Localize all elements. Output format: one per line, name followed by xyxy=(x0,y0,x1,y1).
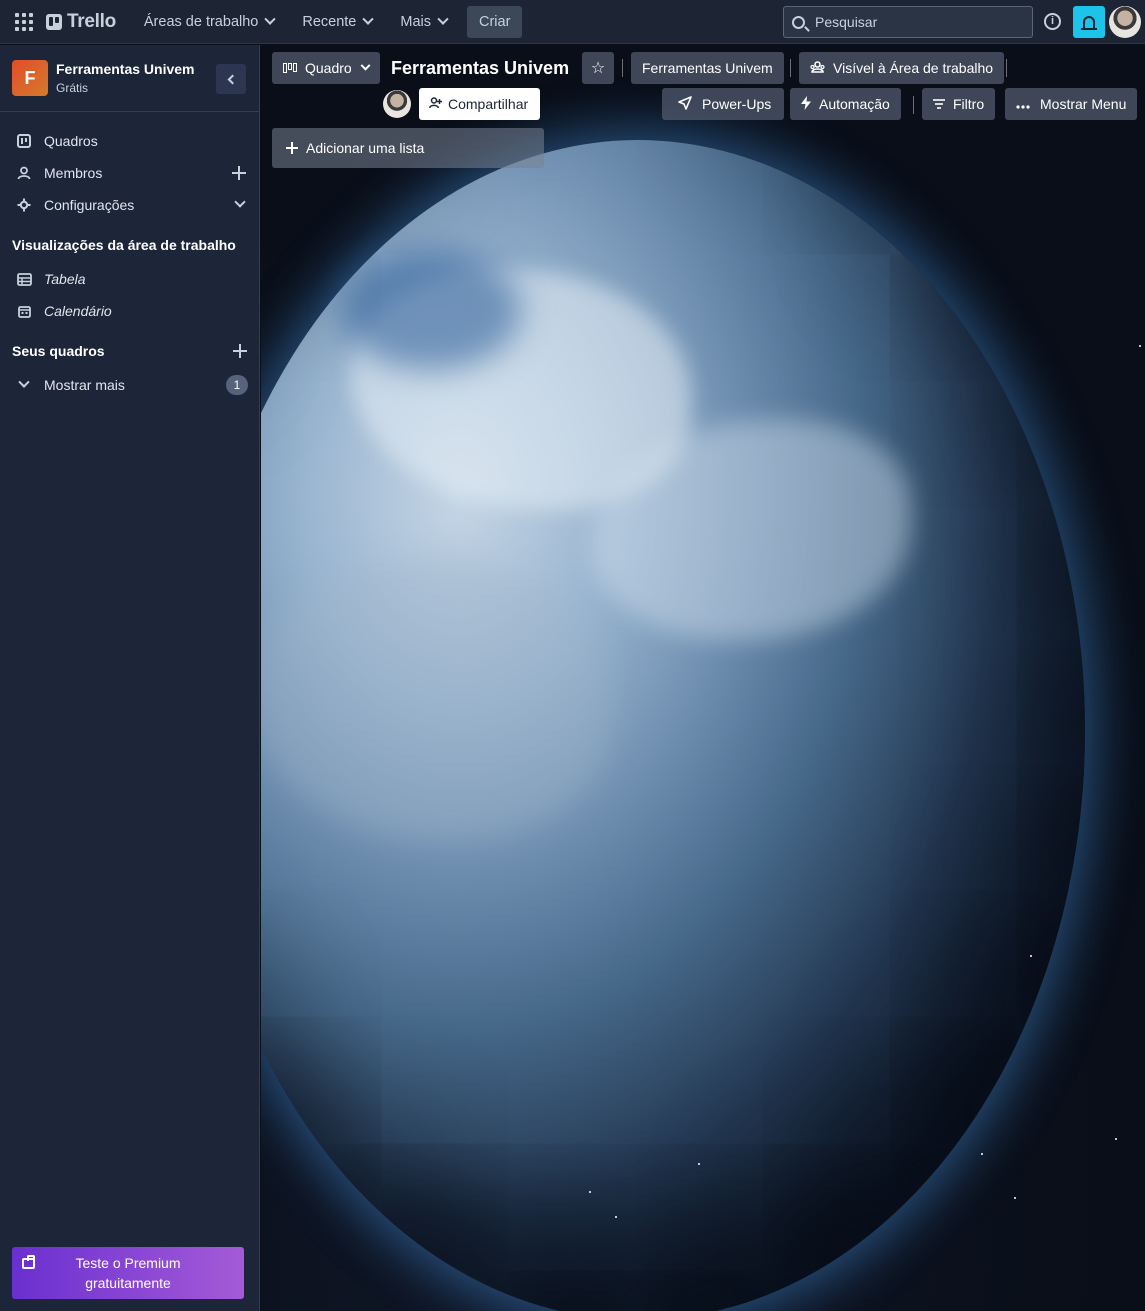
sidebar-item-label: Membros xyxy=(44,165,103,181)
try-premium-button[interactable]: Teste o Premium gratuitamente xyxy=(12,1247,244,1299)
filter-icon xyxy=(933,96,945,112)
filter-label: Filtro xyxy=(953,96,985,112)
chevron-down-icon xyxy=(234,196,246,208)
show-more-label: Mostrar mais xyxy=(44,377,125,393)
automation-label: Automação xyxy=(819,96,890,112)
chevron-down-icon xyxy=(437,13,449,25)
earth-background-image xyxy=(261,140,1085,1311)
share-button[interactable]: Compartilhar xyxy=(419,88,541,120)
recent-menu-label: Recente xyxy=(302,13,357,30)
visibility-label: Visível à Área de trabalho xyxy=(833,60,994,76)
search-placeholder: Pesquisar xyxy=(815,14,878,30)
workspaces-menu-label: Áreas de trabalho xyxy=(143,13,259,30)
table-icon xyxy=(16,271,32,287)
premium-line-1: Teste o Premium xyxy=(75,1255,181,1271)
add-list-button[interactable]: Adicionar uma lista xyxy=(272,128,544,168)
calendar-icon xyxy=(16,303,32,319)
star-icon: ☆ xyxy=(590,60,606,77)
show-more-boards[interactable]: Mostrar mais 1 xyxy=(0,369,260,401)
divider xyxy=(913,96,914,114)
sidebar-item-calendar[interactable]: Calendário xyxy=(0,295,260,327)
plus-icon xyxy=(286,142,298,154)
workspace-visibility-icon xyxy=(810,60,825,76)
sidebar-item-settings[interactable]: Configurações xyxy=(0,189,260,221)
sidebar-item-label: Tabela xyxy=(44,271,86,287)
person-icon xyxy=(16,165,32,181)
your-boards-title: Seus quadros xyxy=(12,343,105,359)
add-member-icon[interactable] xyxy=(232,166,246,180)
notifications-button[interactable] xyxy=(1073,6,1105,38)
sidebar-item-label: Configurações xyxy=(44,197,135,213)
board-view-switcher[interactable]: Quadro xyxy=(272,52,380,84)
workspace-plan: Grátis xyxy=(56,81,89,95)
power-ups-button[interactable]: Power-Ups xyxy=(662,88,785,120)
board-view-icon xyxy=(283,60,297,76)
divider xyxy=(622,59,623,77)
trello-logo-icon xyxy=(46,13,62,30)
workspace-logo: F xyxy=(12,60,48,96)
bell-icon xyxy=(1081,16,1097,30)
trello-logo[interactable]: Trello xyxy=(46,11,116,33)
premium-line-2: gratuitamente xyxy=(85,1275,171,1291)
divider xyxy=(790,59,791,77)
sidebar-item-table[interactable]: Tabela xyxy=(0,263,260,295)
sidebar-item-label: Quadros xyxy=(44,133,98,149)
workspace-button[interactable]: Ferramentas Univem xyxy=(631,52,784,84)
more-menu-label: Mais xyxy=(400,13,431,30)
chevron-down-icon xyxy=(264,13,277,25)
workspaces-menu[interactable]: Áreas de trabalho xyxy=(134,6,284,38)
chevron-down-icon xyxy=(360,60,371,71)
board-title[interactable]: Ferramentas Univem xyxy=(391,58,569,79)
create-button[interactable]: Criar xyxy=(467,5,523,38)
board-view-label: Quadro xyxy=(305,60,352,76)
workspace-views-title: Visualizações da área de trabalho xyxy=(12,237,236,253)
search-input[interactable]: Pesquisar xyxy=(783,6,1033,38)
recent-menu[interactable]: Recente xyxy=(292,6,382,38)
workspace-name: Ferramentas Univem xyxy=(56,61,195,77)
star-board-button[interactable]: ☆ xyxy=(582,52,614,84)
divider xyxy=(1006,59,1007,77)
visibility-button[interactable]: Visível à Área de trabalho xyxy=(799,52,1005,84)
workspace-sidebar: F Ferramentas Univem Grátis Quadros Memb… xyxy=(0,45,260,1311)
account-avatar[interactable] xyxy=(1109,6,1141,38)
add-person-icon xyxy=(429,96,442,112)
automation-button[interactable]: Automação xyxy=(790,88,901,120)
sidebar-item-members[interactable]: Membros xyxy=(0,157,260,189)
app-switcher-icon[interactable] xyxy=(12,10,36,34)
info-icon[interactable]: i xyxy=(1044,13,1061,30)
sidebar-item-label: Calendário xyxy=(44,303,112,319)
show-menu-label: Mostrar Menu xyxy=(1040,96,1127,112)
add-board-icon[interactable] xyxy=(233,344,247,358)
board-member-avatar[interactable] xyxy=(383,90,411,118)
ellipsis-icon xyxy=(1016,96,1030,112)
sidebar-item-boards[interactable]: Quadros xyxy=(0,125,260,157)
count-badge: 1 xyxy=(226,375,248,395)
trello-logo-text: Trello xyxy=(67,10,116,32)
board-canvas: Quadro Ferramentas Univem ☆ Ferramentas … xyxy=(261,45,1145,1311)
rocket-icon xyxy=(678,95,692,113)
show-menu-button[interactable]: Mostrar Menu xyxy=(1005,88,1138,120)
more-menu[interactable]: Mais xyxy=(390,6,457,38)
chevron-left-icon xyxy=(227,74,238,84)
power-ups-label: Power-Ups xyxy=(702,96,772,112)
search-icon xyxy=(792,15,805,29)
filter-button[interactable]: Filtro xyxy=(922,88,996,120)
chevron-down-icon xyxy=(16,376,32,393)
gear-icon xyxy=(16,197,32,213)
board-icon xyxy=(16,133,32,149)
gift-icon xyxy=(22,1255,35,1269)
collapse-sidebar-button[interactable] xyxy=(216,64,246,94)
top-navigation-bar: Trello Áreas de trabalho Recente Mais Cr… xyxy=(0,0,1145,44)
share-label: Compartilhar xyxy=(448,96,529,112)
chevron-down-icon xyxy=(362,13,375,25)
lightning-icon xyxy=(801,95,811,113)
add-list-label: Adicionar uma lista xyxy=(306,140,425,156)
